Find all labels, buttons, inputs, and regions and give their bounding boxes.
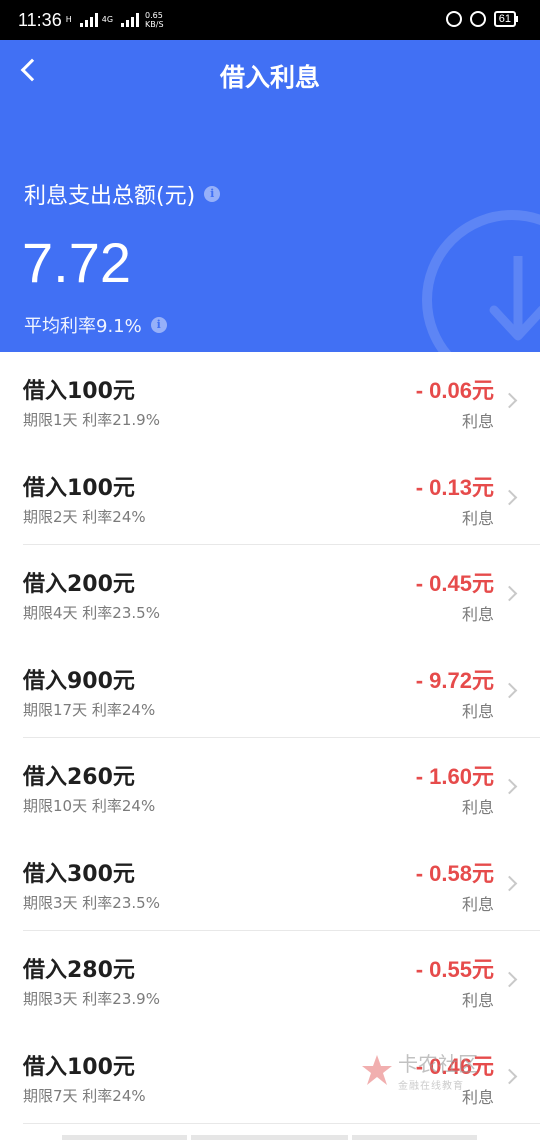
page-title: 借入利息: [219, 63, 320, 92]
network-h-label: H: [65, 15, 72, 24]
interest-label: 利息: [461, 798, 494, 817]
interest-amount: - 9.72元: [415, 667, 494, 693]
chevron-right-icon: [501, 778, 518, 795]
interest-summary-header: 借入利息 利息支出总额(元) i 7.72 平均利率9.1% i: [0, 40, 540, 352]
loan-row[interactable]: 借入100元 期限2天 利率24% - 0.13元 利息: [0, 449, 540, 546]
loan-term-rate: 期限4天 利率23.5%: [23, 604, 160, 622]
loan-row[interactable]: 借入900元 期限17天 利率24% - 9.72元 利息: [0, 642, 540, 739]
interest-amount: - 0.55元: [415, 957, 494, 982]
chevron-right-icon: [501, 489, 518, 505]
speed-unit: KB/S: [145, 20, 164, 29]
loan-term-rate: 期限2天 利率24%: [23, 507, 146, 526]
interest-label: 利息: [461, 894, 494, 914]
interest-label: 利息: [461, 991, 494, 1010]
loan-row[interactable]: 借入100元 期限7天 利率24% - 0.46元 利息: [0, 1028, 540, 1125]
interest-amount: - 0.45元: [415, 571, 494, 596]
interest-amount: - 0.46元: [415, 1053, 494, 1079]
loan-amount: 借入300元: [23, 861, 135, 887]
chevron-right-icon: [501, 585, 518, 602]
loan-term-rate: 期限3天 利率23.9%: [23, 990, 160, 1008]
info-icon[interactable]: i: [150, 317, 167, 333]
signal-icon: [121, 13, 140, 27]
network-4g-label: 4G: [101, 15, 114, 24]
chevron-right-icon: [501, 392, 518, 409]
bottom-nav-hint: [62, 1135, 477, 1140]
loan-amount: 借入100元: [23, 379, 135, 404]
loan-amount: 借入200元: [23, 572, 135, 597]
loan-term-rate: 期限7天 利率24%: [23, 1086, 146, 1105]
loan-row[interactable]: 借入260元 期限10天 利率24% - 1.60元 利息: [0, 738, 540, 835]
interest-amount: - 0.58元: [415, 860, 494, 886]
status-bar: 11:36 H 4G 0.65 KB/S 61: [0, 0, 540, 40]
interest-label: 利息: [461, 701, 494, 721]
chevron-right-icon: [501, 682, 518, 698]
interest-label: 利息: [461, 508, 494, 528]
loan-term-rate: 期限10天 利率24%: [23, 797, 156, 815]
loan-amount: 借入100元: [23, 475, 135, 501]
battery-level: 61: [493, 11, 516, 27]
lock-icon: [445, 11, 462, 27]
loan-amount: 借入280元: [23, 958, 135, 983]
interest-label: 利息: [461, 412, 494, 431]
status-time: 11:36: [18, 9, 62, 30]
interest-amount: - 0.13元: [415, 474, 494, 500]
down-arrow-decoration-icon: [422, 210, 540, 352]
total-interest-label: 利息支出总额(元) i: [24, 178, 221, 210]
chevron-right-icon: [501, 1068, 518, 1084]
interest-label: 利息: [461, 605, 494, 624]
total-interest-label-text: 利息支出总额(元): [24, 184, 196, 209]
interest-label: 利息: [461, 1087, 494, 1107]
loan-interest-list: 借入100元 期限1天 利率21.9% - 0.06元 利息 借入100元 期限…: [0, 352, 540, 1124]
chevron-right-icon: [501, 875, 518, 891]
loan-row[interactable]: 借入100元 期限1天 利率21.9% - 0.06元 利息: [0, 352, 540, 449]
alarm-icon: [469, 11, 486, 27]
total-interest-value: 7.72: [22, 231, 131, 294]
loan-amount: 借入260元: [23, 765, 135, 790]
battery-icon: 61: [493, 11, 518, 27]
loan-term-rate: 期限3天 利率23.5%: [23, 893, 160, 912]
speed-value: 0.65: [145, 11, 163, 20]
chevron-right-icon: [501, 971, 518, 988]
average-rate: 平均利率9.1% i: [24, 312, 167, 338]
loan-amount: 借入900元: [23, 668, 135, 694]
network-speed: 0.65 KB/S: [145, 11, 164, 29]
loan-row[interactable]: 借入300元 期限3天 利率23.5% - 0.58元 利息: [0, 835, 540, 932]
interest-amount: - 0.06元: [415, 378, 494, 403]
interest-amount: - 1.60元: [415, 764, 494, 789]
loan-row[interactable]: 借入280元 期限3天 利率23.9% - 0.55元 利息: [0, 931, 540, 1028]
loan-row[interactable]: 借入200元 期限4天 利率23.5% - 0.45元 利息: [0, 545, 540, 642]
loan-term-rate: 期限1天 利率21.9%: [23, 411, 160, 429]
info-icon[interactable]: i: [204, 186, 221, 202]
loan-amount: 借入100元: [23, 1054, 135, 1080]
average-rate-text: 平均利率9.1%: [24, 316, 142, 337]
loan-term-rate: 期限17天 利率24%: [23, 700, 156, 719]
signal-icon: [79, 13, 98, 27]
